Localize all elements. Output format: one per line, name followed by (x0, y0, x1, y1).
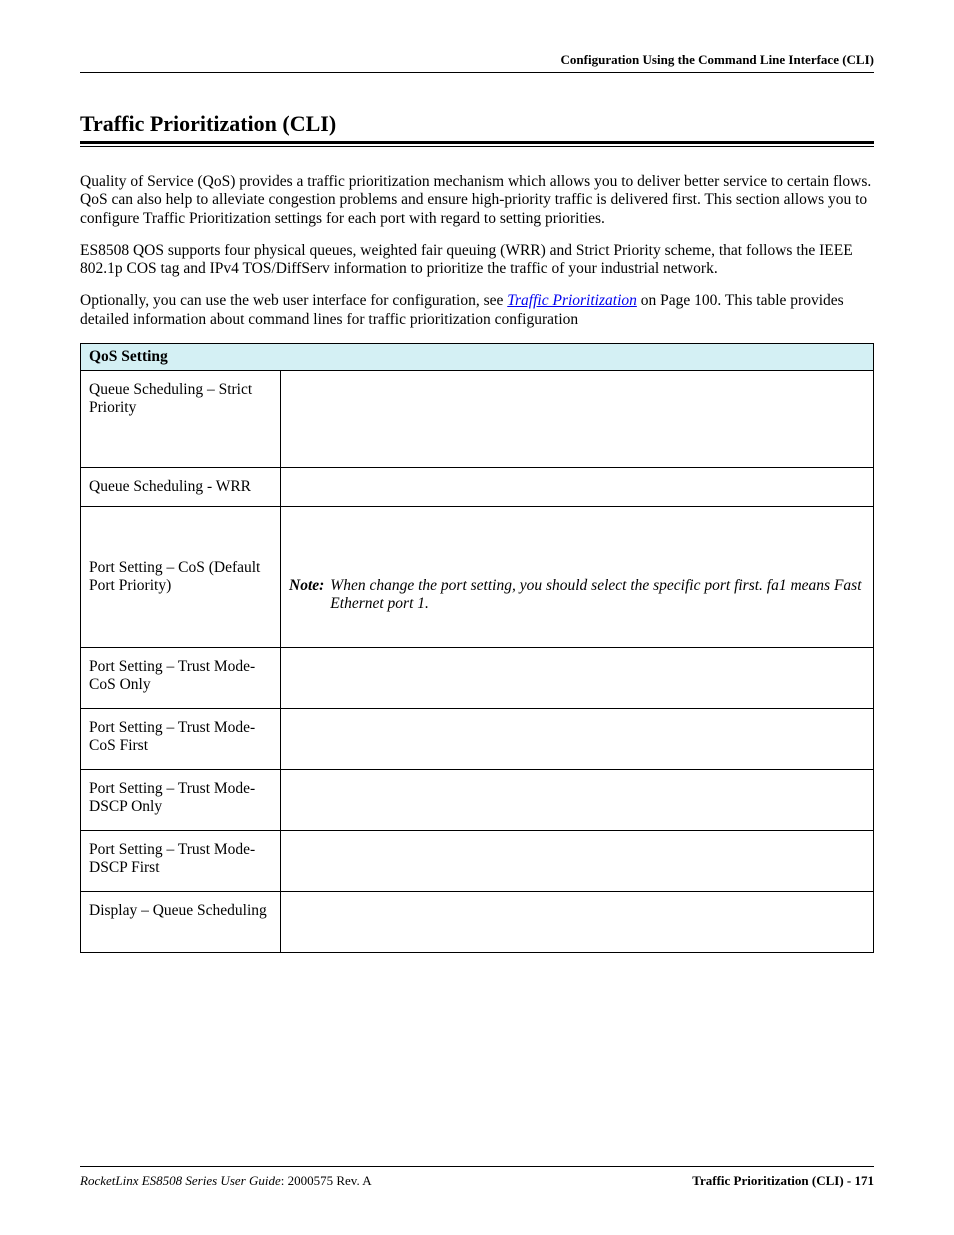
table-row: Port Setting – Trust Mode- DSCP First (81, 830, 874, 891)
page-title: Traffic Prioritization (CLI) (80, 111, 874, 137)
row-label: Queue Scheduling – Strict Priority (81, 370, 281, 467)
note-text: When change the port setting, you should… (330, 577, 865, 613)
table-row: Queue Scheduling – Strict Priority (81, 370, 874, 467)
row-content (281, 647, 874, 708)
table-row: Port Setting – Trust Mode- CoS First (81, 708, 874, 769)
footer-left: RocketLinx ES8508 Series User Guide: 200… (80, 1173, 372, 1189)
note-label: Note: (289, 577, 324, 595)
title-rule (80, 141, 874, 147)
footer-docrev: : 2000575 Rev. A (281, 1173, 372, 1188)
row-content (281, 769, 874, 830)
p3-prefix: Optionally, you can use the web user int… (80, 292, 507, 309)
row-label: Port Setting – Trust Mode- CoS First (81, 708, 281, 769)
footer-product: RocketLinx ES8508 Series User Guide (80, 1173, 281, 1188)
traffic-prioritization-link[interactable]: Traffic Prioritization (507, 292, 637, 309)
note: Note: When change the port setting, you … (289, 577, 865, 613)
row-label: Port Setting – Trust Mode- DSCP Only (81, 769, 281, 830)
row-content (281, 467, 874, 506)
table-row: Port Setting – Trust Mode- CoS Only (81, 647, 874, 708)
row-label: Display – Queue Scheduling (81, 891, 281, 952)
intro-paragraph-2: ES8508 QOS supports four physical queues… (80, 242, 874, 279)
table-header: QoS Setting (81, 343, 874, 370)
row-label: Port Setting – Trust Mode- CoS Only (81, 647, 281, 708)
table-row: Port Setting – Trust Mode- DSCP Only (81, 769, 874, 830)
row-content (281, 708, 874, 769)
table-row: Queue Scheduling - WRR (81, 467, 874, 506)
table-header-row: QoS Setting (81, 343, 874, 370)
row-content: Note: When change the port setting, you … (281, 506, 874, 647)
row-label: Queue Scheduling - WRR (81, 467, 281, 506)
running-header: Configuration Using the Command Line Int… (80, 52, 874, 73)
row-label: Port Setting – CoS (Default Port Priorit… (81, 506, 281, 647)
row-label: Port Setting – Trust Mode- DSCP First (81, 830, 281, 891)
page: Configuration Using the Command Line Int… (0, 0, 954, 1235)
row-content (281, 830, 874, 891)
row-content (281, 370, 874, 467)
table-row: Port Setting – CoS (Default Port Priorit… (81, 506, 874, 647)
qos-settings-table: QoS Setting Queue Scheduling – Strict Pr… (80, 343, 874, 953)
row-content (281, 891, 874, 952)
table-row: Display – Queue Scheduling (81, 891, 874, 952)
intro-paragraph-3: Optionally, you can use the web user int… (80, 292, 874, 329)
page-footer: RocketLinx ES8508 Series User Guide: 200… (80, 1166, 874, 1189)
intro-paragraph-1: Quality of Service (QoS) provides a traf… (80, 173, 874, 228)
footer-right: Traffic Prioritization (CLI) - 171 (692, 1173, 874, 1189)
